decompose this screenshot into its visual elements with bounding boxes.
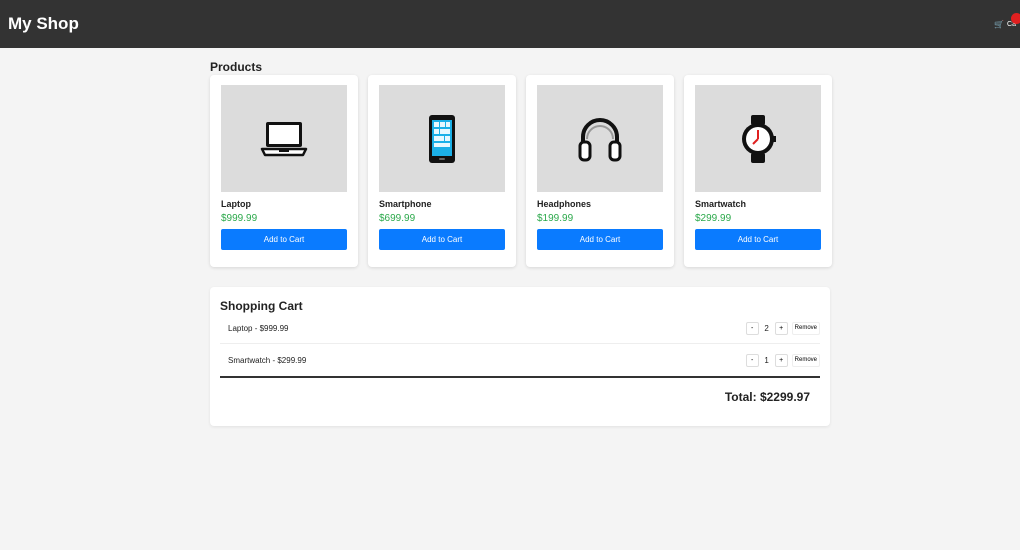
cart-item-controls: - 1 + Remove [745, 353, 820, 367]
product-price: $999.99 [221, 213, 258, 224]
smartwatch-icon [742, 114, 776, 163]
add-to-cart-button[interactable]: Add to Cart [695, 229, 821, 250]
product-card-laptop: Laptop $999.99 Add to Cart [210, 75, 358, 267]
product-image [221, 85, 347, 192]
remove-item-button[interactable]: Remove [791, 321, 820, 335]
product-image [379, 85, 505, 192]
smartphone-icon [429, 114, 455, 163]
cart-divider [220, 376, 820, 378]
brand-title: My Shop [8, 14, 79, 33]
product-image [695, 85, 821, 192]
add-to-cart-button[interactable]: Add to Cart [537, 229, 663, 250]
item-quantity: 2 [764, 323, 769, 333]
cart-item-controls: - 2 + Remove [745, 321, 820, 335]
cart-item-label: Smartwatch - $299.99 [228, 355, 307, 365]
top-navbar: My Shop 🛒 Ca [0, 0, 1020, 48]
product-card-smartwatch: Smartwatch $299.99 Add to Cart [684, 75, 832, 267]
headphones-icon [578, 117, 622, 161]
remove-item-button[interactable]: Remove [791, 353, 820, 367]
cart-count-badge [1011, 12, 1020, 24]
cart-total: Total: $2299.97 [724, 390, 810, 404]
product-name: Smartphone [379, 199, 432, 209]
increase-quantity-button[interactable]: + [774, 353, 788, 367]
add-to-cart-button[interactable]: Add to Cart [379, 229, 505, 250]
cart-item-label: Laptop - $999.99 [228, 323, 289, 333]
cart-item-row: Smartwatch - $299.99 - 1 + Remove [220, 344, 820, 376]
product-image [537, 85, 663, 192]
add-to-cart-button[interactable]: Add to Cart [221, 229, 347, 250]
product-name: Smartwatch [695, 199, 747, 209]
cart-link[interactable]: 🛒 Ca [994, 12, 1020, 29]
decrease-quantity-button[interactable]: - [745, 321, 759, 335]
product-name: Laptop [221, 199, 251, 209]
product-name: Headphones [537, 199, 592, 209]
product-price: $299.99 [695, 213, 732, 224]
increase-quantity-button[interactable]: + [774, 321, 788, 335]
product-card-headphones: Headphones $199.99 Add to Cart [526, 75, 674, 267]
laptop-icon [260, 121, 308, 156]
cart-item-row: Laptop - $999.99 - 2 + Remove [220, 313, 820, 344]
products-heading: Products [210, 60, 263, 74]
item-quantity: 1 [764, 355, 769, 365]
cart-heading: Shopping Cart [220, 299, 303, 313]
product-price: $199.99 [537, 213, 574, 224]
product-card-smartphone: Smartphone $699.99 Add to Cart [368, 75, 516, 267]
cart-icon: 🛒 [994, 19, 1005, 29]
product-grid: Laptop $999.99 Add to Cart Smartphone $6… [210, 75, 832, 267]
product-price: $699.99 [379, 213, 416, 224]
shopping-cart-panel: Shopping Cart Laptop - $999.99 - 2 + Rem… [210, 287, 830, 426]
decrease-quantity-button[interactable]: - [745, 353, 759, 367]
